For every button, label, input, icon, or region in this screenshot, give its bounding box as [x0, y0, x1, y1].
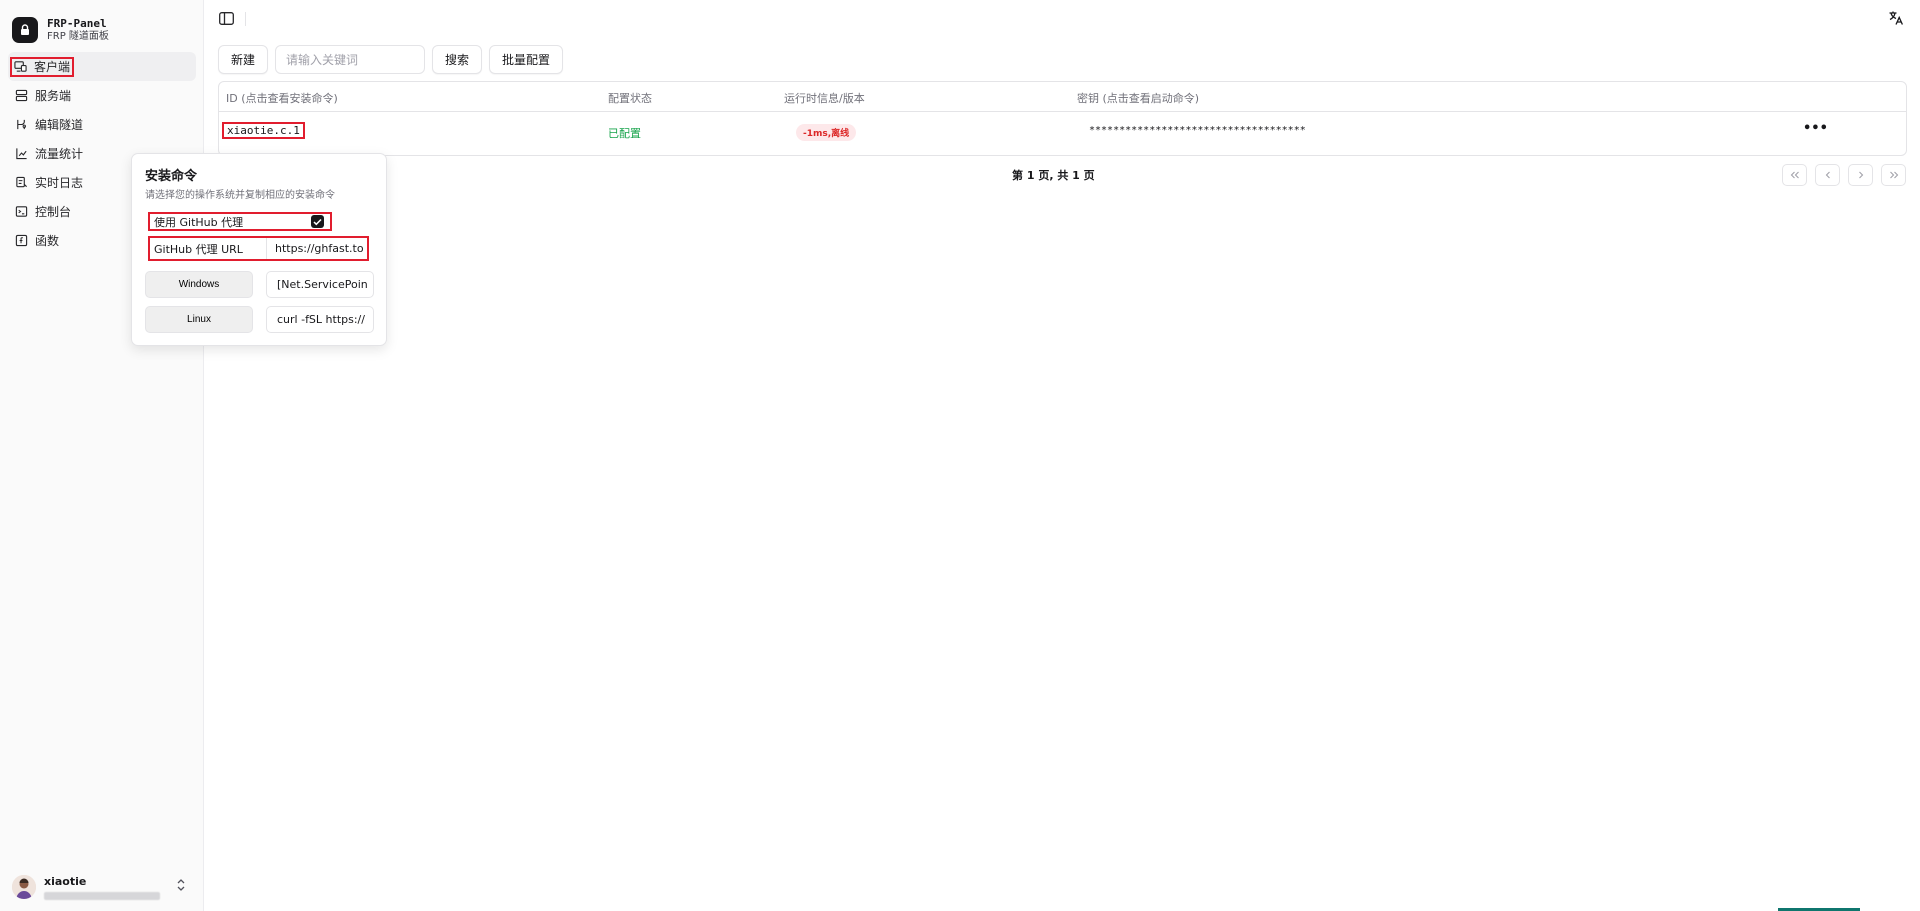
sidebar-item-label: 控制台	[35, 204, 72, 219]
first-page-icon[interactable]	[1782, 164, 1807, 186]
install-command-popover: 安装命令 请选择您的操作系统并复制相应的安装命令 使用 GitHub 代理 Gi…	[131, 153, 387, 346]
column-header-config-status: 配置状态	[608, 92, 652, 105]
topbar-divider	[245, 12, 246, 26]
client-icon	[13, 60, 27, 74]
sidebar-item-label: 实时日志	[35, 175, 84, 190]
chevron-up-down-icon	[176, 878, 186, 896]
main-content: 新建 搜索 批量配置 ID (点击查看安装命令) 配置状态 运行时信息/版本 密…	[205, 0, 1920, 911]
column-header-secret: 密钥 (点击查看启动命令)	[1077, 92, 1200, 105]
sidebar-item-label: 函数	[35, 233, 60, 248]
sidebar-item-client[interactable]: 客户端	[8, 52, 196, 81]
popover-title: 安装命令	[145, 169, 198, 184]
github-proxy-label: 使用 GitHub 代理	[154, 215, 244, 229]
windows-command-field[interactable]: [Net.ServicePoin	[266, 271, 374, 298]
tunnel-icon	[14, 118, 28, 132]
linux-command-field[interactable]: curl -fSL https://	[266, 306, 374, 333]
linux-button[interactable]: Linux	[145, 306, 253, 333]
brand-subtitle: FRP 隧道面板	[47, 31, 109, 42]
user-menu[interactable]: xiaotie	[12, 872, 192, 902]
prev-page-icon[interactable]	[1815, 164, 1840, 186]
sidebar: FRP-Panel FRP 隧道面板 客户端 服务端 编辑隧道 流量统计 实时日…	[0, 0, 204, 911]
github-proxy-url-input[interactable]: https://ghfast.to	[267, 238, 367, 259]
windows-button[interactable]: Windows	[145, 271, 253, 298]
secret-value[interactable]: ************************************	[1089, 125, 1306, 136]
sidebar-toggle-icon[interactable]	[219, 12, 235, 26]
brand[interactable]: FRP-Panel FRP 隧道面板	[12, 12, 109, 48]
next-page-icon[interactable]	[1848, 164, 1873, 186]
user-name: xiaotie	[44, 874, 87, 888]
table-row: xiaotie.c.1 已配置 -1ms,离线 ****************…	[219, 112, 1906, 155]
avatar	[12, 875, 36, 899]
column-header-id[interactable]: ID (点击查看安装命令)	[226, 90, 338, 106]
sidebar-item-tunnel[interactable]: 编辑隧道	[8, 110, 196, 139]
pagination-controls	[1774, 164, 1906, 186]
language-icon[interactable]	[1888, 10, 1906, 28]
new-button[interactable]: 新建	[218, 45, 269, 74]
column-header-runtime: 运行时信息/版本	[784, 92, 865, 105]
user-email-redacted	[44, 891, 160, 900]
github-proxy-url-row: GitHub 代理 URL https://ghfast.to	[148, 236, 369, 261]
sidebar-item-label: 流量统计	[35, 146, 84, 161]
toolbar: 新建 搜索 批量配置	[218, 45, 570, 74]
sidebar-item-label: 客户端	[34, 59, 71, 74]
frp-logo-icon	[12, 17, 38, 43]
server-icon	[14, 89, 28, 103]
github-proxy-toggle-row[interactable]: 使用 GitHub 代理	[148, 212, 332, 231]
clients-table: ID (点击查看安装命令) 配置状态 运行时信息/版本 密钥 (点击查看启动命令…	[218, 81, 1907, 156]
row-actions-button[interactable]: •••	[1803, 121, 1828, 136]
last-page-icon[interactable]	[1881, 164, 1906, 186]
chart-icon	[14, 147, 28, 161]
batch-config-button[interactable]: 批量配置	[489, 45, 564, 74]
client-id-link[interactable]: xiaotie.c.1	[222, 122, 305, 139]
github-proxy-url-label: GitHub 代理 URL	[150, 238, 267, 259]
table-header: ID (点击查看安装命令) 配置状态 运行时信息/版本 密钥 (点击查看启动命令…	[219, 82, 1906, 112]
function-icon	[14, 234, 28, 248]
sidebar-item-server[interactable]: 服务端	[8, 81, 196, 110]
terminal-icon	[14, 205, 28, 219]
runtime-status-badge: -1ms,离线	[796, 124, 857, 141]
config-status-text: 已配置	[608, 127, 641, 140]
topbar	[205, 0, 1920, 38]
brand-name: FRP-Panel	[47, 17, 107, 30]
search-input[interactable]	[275, 45, 426, 74]
log-icon	[14, 176, 28, 190]
search-button[interactable]: 搜索	[432, 45, 483, 74]
sidebar-item-label: 服务端	[35, 88, 72, 103]
sidebar-item-label: 编辑隧道	[35, 117, 84, 132]
pagination-text: 第 1 页, 共 1 页	[1012, 169, 1095, 182]
popover-description: 请选择您的操作系统并复制相应的安装命令	[145, 190, 335, 201]
github-proxy-checkbox[interactable]	[311, 215, 324, 228]
